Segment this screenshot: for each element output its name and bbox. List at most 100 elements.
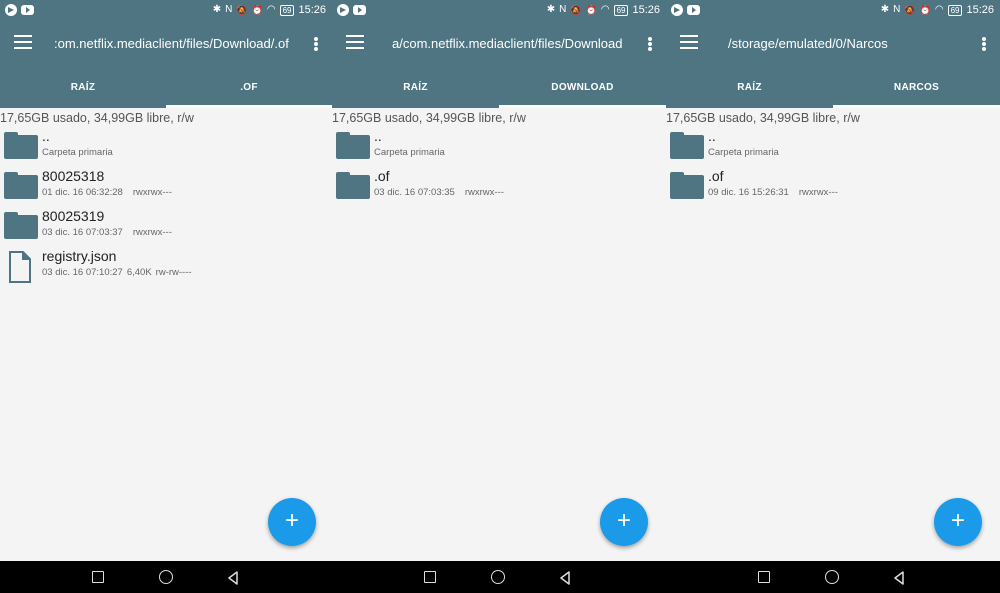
youtube-icon: [21, 5, 34, 15]
file-name: registry.json: [42, 248, 117, 264]
folder-icon: [670, 172, 704, 199]
telegram-icon: [5, 4, 17, 16]
file-list: .. Carpeta primaria .of 03 dic. 16 07:03:35…: [332, 126, 666, 206]
hamburger-icon[interactable]: [346, 35, 364, 49]
folder-icon: [4, 172, 38, 199]
file-permissions: rwxrwx---: [464, 187, 504, 198]
list-item[interactable]: .of 09 dic. 16 15:26:31 rwxrwx---: [666, 166, 1000, 206]
file-meta: 01 dic. 16 06:32:28 rwxrwx---: [42, 187, 172, 198]
tab-current[interactable]: DOWNLOAD: [499, 68, 666, 108]
home-icon[interactable]: [491, 570, 505, 584]
file-date: Carpeta primaria: [42, 147, 113, 158]
file-icon: [8, 251, 32, 283]
file-name: 80025319: [42, 208, 105, 224]
tab-root[interactable]: RAÍZ: [0, 68, 166, 108]
back-icon[interactable]: [892, 571, 906, 585]
bluetooth-icon: ✱: [546, 4, 556, 15]
recents-icon[interactable]: [92, 571, 104, 583]
file-meta: 03 dic. 16 07:03:35 rwxrwx---: [374, 187, 504, 198]
back-icon[interactable]: [558, 571, 572, 585]
hamburger-icon[interactable]: [14, 35, 32, 49]
home-icon[interactable]: [159, 570, 173, 584]
status-notifications: [5, 4, 34, 16]
file-permissions: rwxrwx---: [132, 187, 172, 198]
status-time: 15:26: [966, 4, 994, 16]
alarm-icon: ⏰: [585, 5, 597, 15]
file-list: .. Carpeta primaria 80025318 01 dic. 16 06:…: [0, 126, 332, 286]
status-indicators: ✱ N 🔕 ⏰ ◠ 69 15:26: [881, 3, 994, 17]
file-date: 03 dic. 16 07:10:27: [42, 267, 123, 278]
back-icon[interactable]: [226, 571, 240, 585]
path-title: :om.netflix.mediaclient/files/Download/.…: [54, 36, 289, 51]
recents-icon[interactable]: [424, 571, 436, 583]
wifi-icon: ◠: [266, 4, 276, 15]
tab-root[interactable]: RAÍZ: [666, 68, 833, 108]
add-button[interactable]: +: [934, 498, 982, 546]
folder-icon: [4, 212, 38, 239]
mute-icon: 🔕: [904, 5, 916, 15]
path-title: a/com.netflix.mediaclient/files/Download: [392, 36, 623, 51]
folder-icon: [670, 132, 704, 159]
more-vert-icon[interactable]: [648, 37, 652, 51]
file-meta: 09 dic. 16 15:26:31 rwxrwx---: [708, 187, 838, 198]
file-permissions: rwxrwx---: [798, 187, 838, 198]
tab-current[interactable]: NARCOS: [833, 68, 1000, 108]
youtube-icon: [353, 5, 366, 15]
nfc-icon: N: [225, 4, 233, 15]
file-date: 03 dic. 16 07:03:37: [42, 227, 123, 238]
app-bar: :om.netflix.mediaclient/files/Download/.…: [0, 20, 332, 68]
file-permissions: rwxrwx---: [132, 227, 172, 238]
file-date: Carpeta primaria: [374, 147, 445, 158]
status-notifications: [337, 4, 366, 16]
more-vert-icon[interactable]: [982, 37, 986, 51]
tab-bar: RAÍZ .OF: [0, 68, 332, 108]
home-icon[interactable]: [825, 570, 839, 584]
status-bar: ✱ N 🔕 ⏰ ◠ 69 15:26: [332, 0, 666, 20]
path-title: /storage/emulated/0/Narcos: [728, 36, 888, 51]
file-meta: Carpeta primaria: [42, 147, 113, 158]
screen-panel: ✱ N 🔕 ⏰ ◠ 69 15:26 :om.netflix.mediaclient/file…: [0, 0, 332, 593]
battery-icon: 69: [613, 4, 629, 16]
add-button[interactable]: +: [600, 498, 648, 546]
list-item[interactable]: registry.json 03 dic. 16 07:10:27 6,40K rw-…: [0, 246, 332, 286]
storage-info: 17,65GB usado, 34,99GB libre, r/w: [0, 111, 194, 125]
youtube-icon: [687, 5, 700, 15]
file-size: 6,40K: [126, 267, 152, 278]
battery-icon: 69: [947, 4, 963, 16]
wifi-icon: ◠: [600, 4, 610, 15]
nfc-icon: N: [559, 4, 567, 15]
status-indicators: ✱ N 🔕 ⏰ ◠ 69 15:26: [547, 3, 660, 17]
navigation-bar: [666, 561, 1000, 593]
storage-info: 17,65GB usado, 34,99GB libre, r/w: [332, 111, 526, 125]
tab-current[interactable]: .OF: [166, 68, 332, 108]
file-date: 03 dic. 16 07:03:35: [374, 187, 455, 198]
file-name: ..: [708, 128, 716, 144]
tab-root[interactable]: RAÍZ: [332, 68, 499, 108]
list-item[interactable]: 80025318 01 dic. 16 06:32:28 rwxrwx---: [0, 166, 332, 206]
recents-icon[interactable]: [758, 571, 770, 583]
file-date: Carpeta primaria: [708, 147, 779, 158]
list-item[interactable]: .. Carpeta primaria: [332, 126, 666, 166]
list-item[interactable]: .. Carpeta primaria: [666, 126, 1000, 166]
folder-icon: [336, 172, 370, 199]
alarm-icon: ⏰: [251, 5, 263, 15]
status-time: 15:26: [632, 4, 660, 16]
mute-icon: 🔕: [236, 5, 248, 15]
list-item[interactable]: .. Carpeta primaria: [0, 126, 332, 166]
screen-panel: ✱ N 🔕 ⏰ ◠ 69 15:26/storage/emulated/0/Narcos RA…: [666, 0, 1000, 593]
status-time: 15:26: [298, 4, 326, 16]
list-item[interactable]: .of 03 dic. 16 07:03:35 rwxrwx---: [332, 166, 666, 206]
tab-bar: RAÍZ DOWNLOAD: [332, 68, 666, 108]
screen-panel: ✱ N 🔕 ⏰ ◠ 69 15:26 a/com.netflix.mediaclient/fi…: [332, 0, 666, 593]
folder-icon: [336, 132, 370, 159]
file-list: .. Carpeta primaria .of 09 dic. 16 15:26:31…: [666, 126, 1000, 206]
status-bar: ✱ N 🔕 ⏰ ◠ 69 15:26: [0, 0, 332, 20]
hamburger-icon[interactable]: [680, 35, 698, 49]
file-name: .of: [708, 168, 724, 184]
tab-bar: RAÍZ NARCOS: [666, 68, 1000, 108]
add-button[interactable]: +: [268, 498, 316, 546]
more-vert-icon[interactable]: [314, 37, 318, 51]
status-notifications: [671, 4, 700, 16]
list-item[interactable]: 80025319 03 dic. 16 07:03:37 rwxrwx---: [0, 206, 332, 246]
app-bar: a/com.netflix.mediaclient/files/Download: [332, 20, 666, 68]
